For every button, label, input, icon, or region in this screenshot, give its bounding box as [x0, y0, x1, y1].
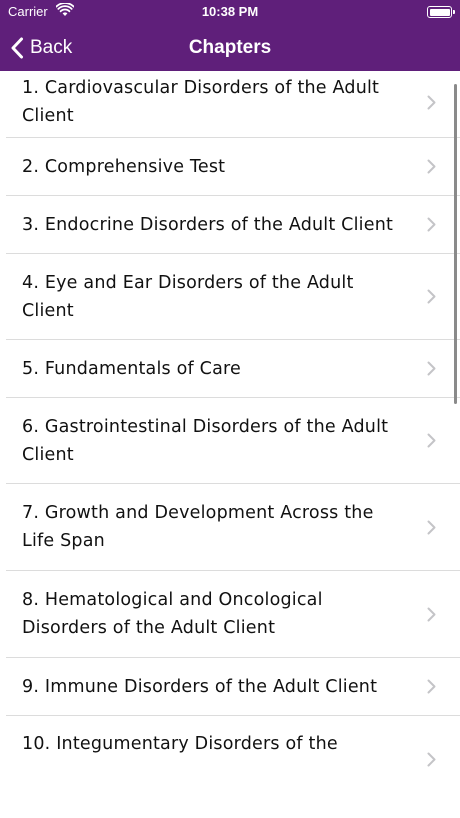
status-time: 10:38 PM: [201, 4, 259, 19]
chevron-left-icon: [11, 37, 23, 58]
chevron-right-icon: [427, 289, 436, 304]
chevron-right-icon: [427, 607, 436, 621]
chapter-row[interactable]: 1. Cardiovascular Disorders of the Adult…: [0, 71, 460, 137]
top-bar: Carrier 10:38 PM Back Chapters: [0, 0, 460, 71]
chapter-row[interactable]: 9. Immune Disorders of the Adult Client: [0, 658, 460, 715]
chevron-right-icon: [427, 217, 436, 232]
chapter-row[interactable]: 3. Endocrine Disorders of the Adult Clie…: [0, 196, 460, 253]
chevron-right-icon: [427, 752, 436, 767]
chapter-label: 4. Eye and Ear Disorders of the Adult Cl…: [22, 272, 354, 321]
chapter-row[interactable]: 7. Growth and Development Across the Lif…: [0, 484, 460, 570]
chevron-right-icon: [427, 520, 436, 534]
chapter-row[interactable]: 10. Integumentary Disorders of the: [0, 716, 460, 802]
chapter-list: 1. Cardiovascular Disorders of the Adult…: [0, 71, 460, 818]
chapter-label: 1. Cardiovascular Disorders of the Adult…: [22, 78, 380, 126]
chapter-row[interactable]: 4. Eye and Ear Disorders of the Adult Cl…: [0, 254, 460, 339]
chapter-label: 5. Fundamentals of Care: [22, 358, 241, 379]
chapter-row[interactable]: 2. Comprehensive Test: [0, 138, 460, 195]
chapter-row[interactable]: 5. Fundamentals of Care: [0, 340, 460, 397]
chapter-row[interactable]: 6. Gastrointestinal Disorders of the Adu…: [0, 398, 460, 483]
back-button[interactable]: Back: [10, 24, 72, 71]
back-label: Back: [30, 36, 73, 58]
battery-icon: [427, 6, 455, 18]
chapter-row[interactable]: 8. Hematological and Oncological Disorde…: [0, 571, 460, 657]
navigation-bar: Back Chapters: [0, 24, 460, 71]
chapter-label: 2. Comprehensive Test: [22, 156, 226, 177]
status-bar: Carrier 10:38 PM: [0, 0, 460, 24]
chapter-label: 7. Growth and Development Across the Lif…: [22, 503, 374, 551]
chapter-label: 10. Integumentary Disorders of the: [22, 734, 338, 754]
chapter-label: 8. Hematological and Oncological Disorde…: [22, 590, 323, 638]
chevron-right-icon: [427, 159, 436, 174]
chapter-label: 9. Immune Disorders of the Adult Client: [22, 676, 378, 697]
chapter-label: 6. Gastrointestinal Disorders of the Adu…: [22, 416, 389, 465]
chevron-right-icon: [427, 679, 436, 694]
chevron-right-icon: [427, 433, 436, 448]
chevron-right-icon: [427, 361, 436, 376]
scrollbar[interactable]: [454, 84, 457, 404]
chapter-label: 3. Endocrine Disorders of the Adult Clie…: [22, 214, 394, 235]
chevron-right-icon: [427, 95, 436, 109]
